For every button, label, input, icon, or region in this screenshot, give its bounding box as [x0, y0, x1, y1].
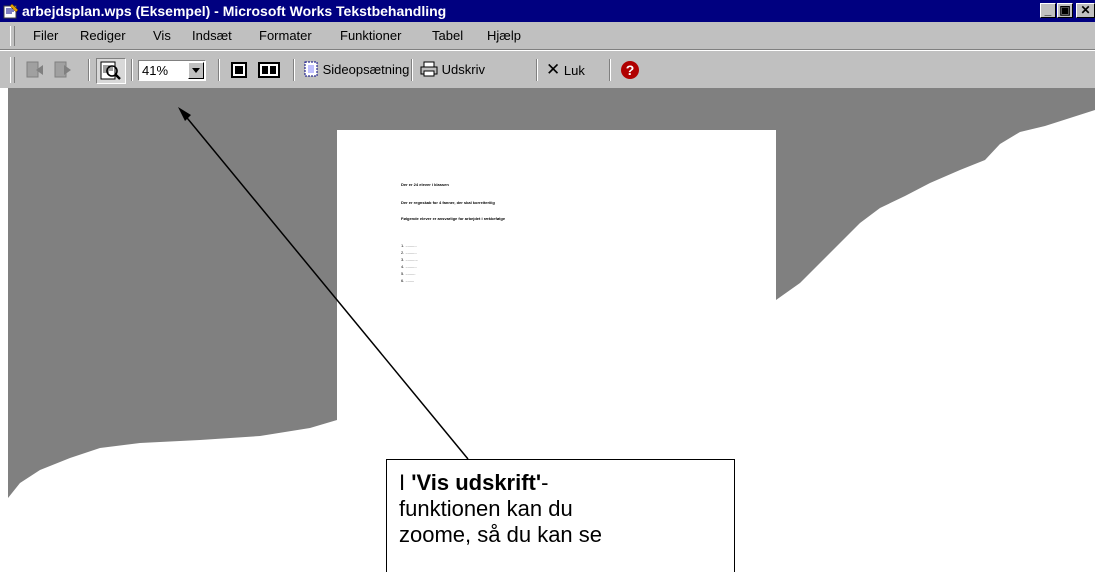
zoom-dropdown-arrow-icon[interactable]	[188, 62, 204, 79]
close-label: Luk	[563, 63, 585, 78]
menu-funktioner[interactable]: Funktioner	[340, 28, 401, 44]
list-item: 2. ..........	[401, 250, 417, 255]
callout-suffix: -	[541, 470, 549, 495]
callout-line-1: I 'Vis udskrift'-	[399, 470, 722, 496]
toolbar-grip	[10, 57, 15, 83]
callout-prefix: I	[399, 470, 412, 495]
two-page-view-icon[interactable]	[257, 60, 281, 80]
toolbar-separator	[88, 59, 90, 81]
menu-filer[interactable]: Filer	[33, 28, 58, 44]
minimize-button[interactable]: _	[1040, 3, 1056, 18]
toolbar-separator	[536, 59, 538, 81]
zoom-combo[interactable]: 41%	[138, 60, 206, 81]
zoom-toggle-button[interactable]	[96, 58, 126, 84]
menubar-grip	[10, 26, 15, 46]
maximize-button[interactable]: ▣	[1057, 3, 1073, 18]
help-icon[interactable]: ?	[620, 60, 642, 80]
print-button[interactable]: Udskriv	[420, 60, 485, 80]
single-page-view-icon[interactable]	[228, 60, 250, 80]
menu-formater[interactable]: Formater	[259, 28, 312, 44]
page-line: Der er regnskab for 4 fanner, der skal k…	[401, 200, 495, 205]
menu-indsaet[interactable]: Indsæt	[192, 28, 232, 44]
page-setup-label: Sideopsætning	[322, 62, 410, 77]
printer-icon	[420, 61, 438, 77]
svg-text:?: ?	[626, 62, 635, 78]
works-app-icon[interactable]	[3, 3, 19, 19]
previous-page-icon[interactable]	[24, 60, 46, 80]
menu-vis[interactable]: Vis	[153, 28, 171, 44]
toolbar: 41% Sideopsætning Udskriv ✕ Luk ?	[0, 50, 1095, 88]
callout-bold: 'Vis udskrift'	[411, 470, 542, 495]
toolbar-separator	[218, 59, 220, 81]
callout-line-3: zoome, så du kan se	[399, 522, 603, 547]
toolbar-separator	[293, 59, 295, 81]
print-label: Udskriv	[441, 62, 485, 77]
menu-bar: Filer Rediger Vis Indsæt Formater Funkti…	[0, 22, 1095, 50]
menu-rediger[interactable]: Rediger	[80, 28, 126, 44]
menu-hjaelp[interactable]: Hjælp	[487, 28, 521, 44]
zoom-value: 41%	[142, 63, 169, 78]
list-item: 5. .........	[401, 271, 416, 276]
close-x-icon: ✕	[546, 60, 561, 79]
callout-box: I 'Vis udskrift'- funktionen kan du zoom…	[386, 459, 735, 572]
list-item: 3. ...........	[401, 257, 418, 262]
list-item: 4. ..........	[401, 264, 417, 269]
toolbar-separator	[411, 59, 413, 81]
close-preview-button[interactable]: ✕ Luk	[546, 60, 585, 80]
window-title: arbejdsplan.wps (Eksempel) - Microsoft W…	[22, 3, 447, 19]
list-item: 1. ..........	[401, 243, 417, 248]
toolbar-separator	[131, 59, 133, 81]
close-window-button[interactable]: ✕	[1076, 3, 1095, 18]
callout-line-2: funktionen kan du	[399, 496, 573, 521]
next-page-icon[interactable]	[52, 60, 74, 80]
menu-tabel[interactable]: Tabel	[432, 28, 463, 44]
toolbar-separator	[609, 59, 611, 81]
title-bar: arbejdsplan.wps (Eksempel) - Microsoft W…	[0, 0, 1095, 22]
magnifier-page-icon	[100, 61, 121, 80]
page-setup-button[interactable]: Sideopsætning	[303, 60, 409, 80]
page-line: Der er 24 elever i klassen	[401, 182, 449, 187]
list-item: 6. ........	[401, 278, 415, 283]
page-line: Følgende elever er ansvarlige for arbejd…	[401, 216, 506, 221]
page-setup-icon	[304, 61, 318, 77]
